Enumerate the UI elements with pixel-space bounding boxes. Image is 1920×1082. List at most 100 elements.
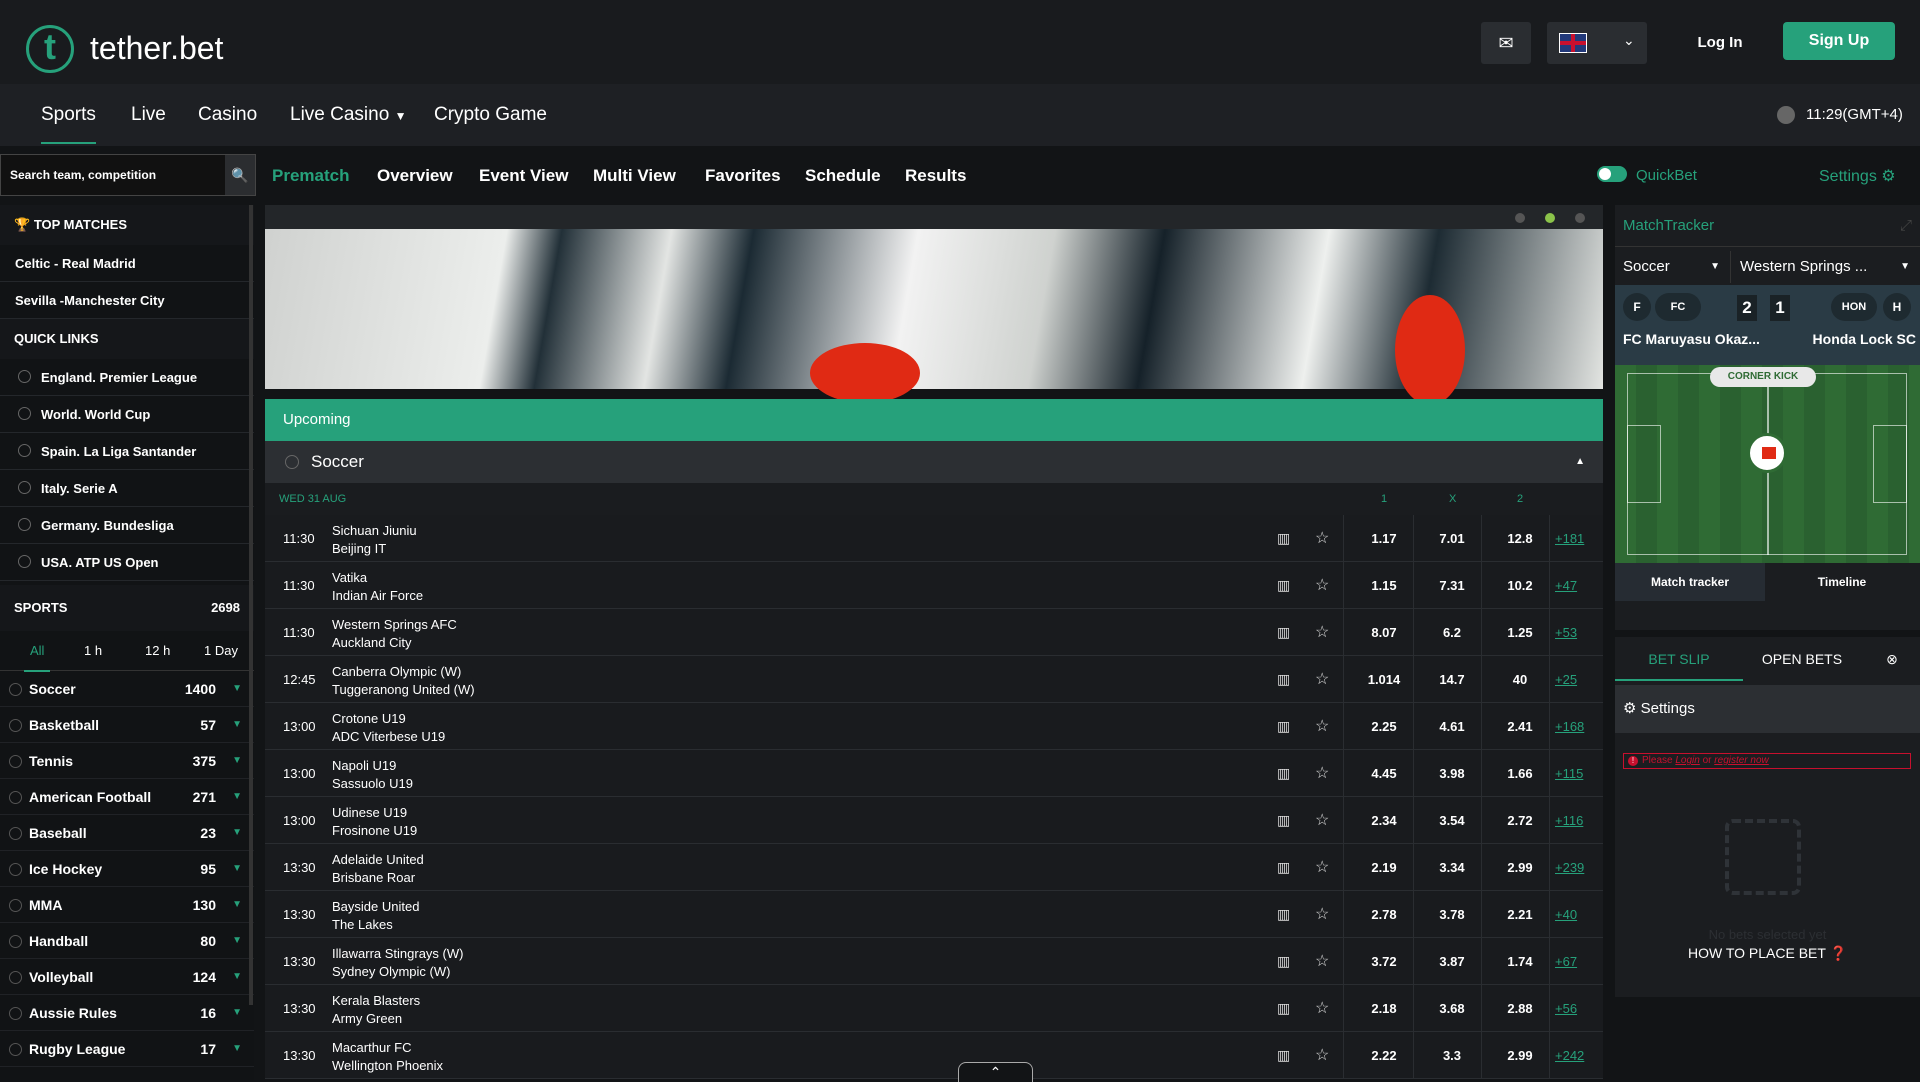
tracker-sport-select[interactable]: Soccer ▼ <box>1615 251 1731 283</box>
tab-event-view[interactable]: Event View <box>479 166 568 186</box>
star-icon[interactable]: ☆ <box>1315 575 1329 595</box>
event-row[interactable]: 11:30 Sichuan Jiuniu Beijing IT ▥ ☆ 1.17 7.01 1… <box>265 515 1603 562</box>
event-row[interactable]: 13:30 Illawarra Stingrays (W) Sydney Olymp… <box>265 938 1603 985</box>
stats-icon[interactable]: ▥ <box>1277 906 1290 923</box>
star-icon[interactable]: ☆ <box>1315 904 1329 924</box>
home-team[interactable]: Western Springs AFC <box>332 617 457 632</box>
odds-draw[interactable]: 3.54 <box>1417 813 1487 828</box>
stats-icon[interactable]: ▥ <box>1277 859 1290 876</box>
event-row[interactable]: 11:30 Western Springs AFC Auckland City ▥ ☆ 8… <box>265 609 1603 656</box>
away-team[interactable]: The Lakes <box>332 917 393 932</box>
star-icon[interactable]: ☆ <box>1315 810 1329 830</box>
stats-icon[interactable]: ▥ <box>1277 1047 1290 1064</box>
away-team[interactable]: Army Green <box>332 1011 402 1026</box>
odds-draw[interactable]: 6.2 <box>1417 625 1487 640</box>
quick-link-item[interactable]: Spain. La Liga Santander <box>0 433 254 470</box>
home-team[interactable]: Napoli U19 <box>332 758 396 773</box>
odds-draw[interactable]: 3.87 <box>1417 954 1487 969</box>
more-markets-link[interactable]: +242 <box>1555 1048 1584 1063</box>
more-markets-link[interactable]: +47 <box>1555 578 1577 593</box>
tracker-match-select[interactable]: Western Springs ... ▼ <box>1732 251 1920 283</box>
away-team[interactable]: Indian Air Force <box>332 588 423 603</box>
home-team[interactable]: Sichuan Jiuniu <box>332 523 417 538</box>
away-team[interactable]: Beijing IT <box>332 541 386 556</box>
odds-away[interactable]: 1.74 <box>1485 954 1555 969</box>
event-row[interactable]: 13:30 Kerala Blasters Army Green ▥ ☆ 2.18 3.68… <box>265 985 1603 1032</box>
odds-home[interactable]: 1.15 <box>1349 578 1419 593</box>
sport-item-ice-hockey[interactable]: Ice Hockey 95 ▼ <box>0 851 254 887</box>
star-icon[interactable]: ☆ <box>1315 951 1329 971</box>
odds-home[interactable]: 2.19 <box>1349 860 1419 875</box>
promo-banner[interactable] <box>265 205 1603 405</box>
home-team[interactable]: Crotone U19 <box>332 711 406 726</box>
nav-live-casino[interactable]: Live Casino ▼ <box>290 104 406 126</box>
home-team[interactable]: Udinese U19 <box>332 805 407 820</box>
filter-12h[interactable]: 12 h <box>145 643 170 658</box>
odds-home[interactable]: 2.22 <box>1349 1048 1419 1063</box>
away-team[interactable]: Sydney Olympic (W) <box>332 964 450 979</box>
event-row[interactable]: 12:45 Canberra Olympic (W) Tuggeranong Uni… <box>265 656 1603 703</box>
sport-item-mma[interactable]: MMA 130 ▼ <box>0 887 254 923</box>
home-team[interactable]: Canberra Olympic (W) <box>332 664 461 679</box>
collapse-caret-icon[interactable]: ▲ <box>1575 441 1585 483</box>
more-markets-link[interactable]: +168 <box>1555 719 1584 734</box>
scroll-top-button[interactable]: ⌃ <box>958 1062 1033 1082</box>
banner-dot-active[interactable] <box>1545 213 1555 223</box>
more-markets-link[interactable]: +239 <box>1555 860 1584 875</box>
stats-icon[interactable]: ▥ <box>1277 530 1290 547</box>
odds-home[interactable]: 3.72 <box>1349 954 1419 969</box>
nav-sports[interactable]: Sports <box>41 104 96 144</box>
sport-item-handball[interactable]: Handball 80 ▼ <box>0 923 254 959</box>
sport-item-aussie-rules[interactable]: Aussie Rules 16 ▼ <box>0 995 254 1031</box>
event-row[interactable]: 13:30 Bayside United The Lakes ▥ ☆ 2.78 3.78 2.… <box>265 891 1603 938</box>
stats-icon[interactable]: ▥ <box>1277 1000 1290 1017</box>
nav-crypto-game[interactable]: Crypto Game <box>434 104 547 126</box>
odds-away[interactable]: 2.21 <box>1485 907 1555 922</box>
sport-group-header[interactable]: Soccer ▲ <box>265 441 1603 483</box>
tab-results[interactable]: Results <box>905 166 966 186</box>
stats-icon[interactable]: ▥ <box>1277 812 1290 829</box>
odds-draw[interactable]: 3.98 <box>1417 766 1487 781</box>
odds-draw[interactable]: 4.61 <box>1417 719 1487 734</box>
home-team[interactable]: Kerala Blasters <box>332 993 420 1008</box>
nav-live[interactable]: Live <box>131 104 166 126</box>
odds-home[interactable]: 1.17 <box>1349 531 1419 546</box>
login-link[interactable]: Login <box>1675 755 1699 766</box>
tether-logo[interactable]: t <box>26 25 74 73</box>
more-markets-link[interactable]: +25 <box>1555 672 1577 687</box>
away-team[interactable]: Sassuolo U19 <box>332 776 413 791</box>
odds-home[interactable]: 8.07 <box>1349 625 1419 640</box>
top-match-item[interactable]: Sevilla -Manchester City <box>0 282 254 319</box>
odds-away[interactable]: 2.99 <box>1485 1048 1555 1063</box>
sidebar-scrollbar[interactable] <box>249 205 253 1005</box>
stats-icon[interactable]: ▥ <box>1277 671 1290 688</box>
banner-dot[interactable] <box>1575 213 1585 223</box>
away-team[interactable]: Brisbane Roar <box>332 870 415 885</box>
tab-schedule[interactable]: Schedule <box>805 166 881 186</box>
odds-home[interactable]: 2.18 <box>1349 1001 1419 1016</box>
odds-away[interactable]: 2.99 <box>1485 860 1555 875</box>
star-icon[interactable]: ☆ <box>1315 528 1329 548</box>
stats-icon[interactable]: ▥ <box>1277 953 1290 970</box>
odds-home[interactable]: 2.78 <box>1349 907 1419 922</box>
event-row[interactable]: 13:00 Napoli U19 Sassuolo U19 ▥ ☆ 4.45 3.98 1.6… <box>265 750 1603 797</box>
more-markets-link[interactable]: +67 <box>1555 954 1577 969</box>
star-icon[interactable]: ☆ <box>1315 998 1329 1018</box>
more-markets-link[interactable]: +53 <box>1555 625 1577 640</box>
odds-home[interactable]: 4.45 <box>1349 766 1419 781</box>
odds-away[interactable]: 10.2 <box>1485 578 1555 593</box>
quickbet-toggle[interactable] <box>1597 166 1627 182</box>
star-icon[interactable]: ☆ <box>1315 622 1329 642</box>
home-team[interactable]: Adelaide United <box>332 852 424 867</box>
login-button[interactable]: Log In <box>1665 22 1775 64</box>
event-row[interactable]: 11:30 Vatika Indian Air Force ▥ ☆ 1.15 7.31 10.… <box>265 562 1603 609</box>
star-icon[interactable]: ☆ <box>1315 857 1329 877</box>
banner-dot[interactable] <box>1515 213 1525 223</box>
filter-all[interactable]: All <box>24 643 51 672</box>
event-row[interactable]: 13:30 Adelaide United Brisbane Roar ▥ ☆ 2.19 3… <box>265 844 1603 891</box>
stats-icon[interactable]: ▥ <box>1277 624 1290 641</box>
quick-link-item[interactable]: World. World Cup <box>0 396 254 433</box>
betslip-close-icon[interactable]: ⊗ <box>1877 637 1907 681</box>
more-markets-link[interactable]: +181 <box>1555 531 1584 546</box>
quick-link-item[interactable]: Italy. Serie A <box>0 470 254 507</box>
